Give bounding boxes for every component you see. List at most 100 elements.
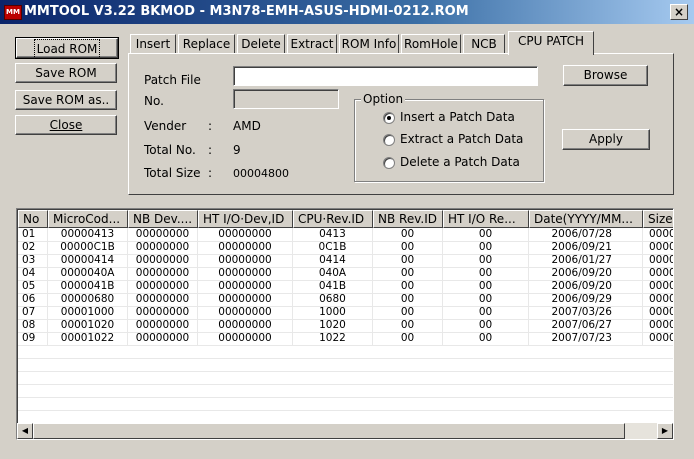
table-cell: 00 (373, 267, 443, 280)
save-rom-button[interactable]: Save ROM (15, 63, 117, 83)
table-cell: 00000000 (198, 241, 293, 254)
load-rom-button[interactable]: Load ROM (15, 37, 119, 59)
tab-extract[interactable]: Extract (287, 34, 337, 54)
no-field (233, 89, 339, 109)
table-cell: 0000040A (48, 267, 128, 280)
no-label: No. (144, 94, 164, 108)
table-cell: 040A (293, 267, 373, 280)
patch-file-input[interactable] (233, 66, 538, 86)
table-cell: 2006/07/28 (529, 228, 643, 241)
table-cell: 0000 (643, 319, 673, 332)
table-row[interactable]: 07 00001000 00000000 00000000 1000 00 00 2007/0… (18, 306, 673, 319)
table-cell: 0000 (643, 241, 673, 254)
table-cell: 0414 (293, 254, 373, 267)
scroll-right-button[interactable]: ▶ (657, 423, 673, 439)
row-gridline (18, 410, 673, 411)
horizontal-scrollbar[interactable]: ◀ ▶ (17, 423, 673, 439)
table-cell: 0000 (643, 228, 673, 241)
tab-delete[interactable]: Delete (237, 34, 285, 54)
tab-rom-info[interactable]: ROM Info (339, 34, 399, 54)
browse-button[interactable]: Browse (563, 65, 648, 86)
table-cell: 09 (18, 332, 48, 345)
radio-insert-patch[interactable] (383, 112, 395, 124)
close-button[interactable]: Close (15, 115, 117, 135)
column-header-nb-dev[interactable]: NB Dev.... (128, 210, 198, 228)
table-cell: 00 (443, 241, 529, 254)
table-row[interactable]: 03 00000414 00000000 00000000 0414 00 00 2006/0… (18, 254, 673, 267)
table-cell: 00 (373, 306, 443, 319)
apply-button[interactable]: Apply (562, 129, 650, 150)
column-header-nb-rev-id[interactable]: NB Rev.ID (373, 210, 443, 228)
radio-delete-patch-label[interactable]: Delete a Patch Data (400, 155, 520, 169)
table-cell: 00000000 (198, 254, 293, 267)
tab-ncb[interactable]: NCB (463, 34, 505, 54)
table-cell: 02 (18, 241, 48, 254)
save-rom-as-button[interactable]: Save ROM as.. (15, 90, 117, 110)
table-cell: 0000 (643, 254, 673, 267)
table-cell: 00 (373, 293, 443, 306)
load-rom-label: Load ROM (33, 39, 101, 59)
table-cell: 00000413 (48, 228, 128, 241)
table-row[interactable]: 05 0000041B 00000000 00000000 041B 00 00 2006/0… (18, 280, 673, 293)
table-cell: 00000000 (128, 254, 198, 267)
column-header-microcode[interactable]: MicroCod... (48, 210, 128, 228)
table-cell: 00000000 (128, 293, 198, 306)
table-cell: 00 (443, 306, 529, 319)
column-header-size[interactable]: Size (643, 210, 673, 228)
table-cell: 00 (443, 267, 529, 280)
table-cell: 00001020 (48, 319, 128, 332)
radio-extract-patch[interactable] (383, 134, 395, 146)
table-cell: 00000680 (48, 293, 128, 306)
table-cell: 06 (18, 293, 48, 306)
column-header-cpu-rev-id[interactable]: CPU·Rev.ID (293, 210, 373, 228)
window-close-button[interactable]: × (670, 4, 688, 20)
table-cell: 04 (18, 267, 48, 280)
table-cell: 00 (373, 241, 443, 254)
row-gridline (18, 371, 673, 372)
table-cell: 00000000 (198, 306, 293, 319)
table-cell: 00000414 (48, 254, 128, 267)
table-cell: 00000000 (128, 306, 198, 319)
table-cell: 00000000 (198, 280, 293, 293)
table-cell: 00 (373, 254, 443, 267)
table-cell: 00000000 (128, 319, 198, 332)
column-header-date[interactable]: Date(YYYY/MM... (529, 210, 643, 228)
tab-romhole[interactable]: RomHole (401, 34, 461, 54)
table-row[interactable]: 06 00000680 00000000 00000000 0680 00 00 2006/0… (18, 293, 673, 306)
table-cell: 00000000 (198, 228, 293, 241)
radio-extract-patch-label[interactable]: Extract a Patch Data (400, 132, 523, 146)
table-cell: 00000000 (128, 267, 198, 280)
tab-insert[interactable]: Insert (130, 34, 176, 54)
table-cell: 00 (443, 293, 529, 306)
tab-cpu-patch[interactable]: CPU PATCH (508, 31, 594, 55)
radio-delete-patch[interactable] (383, 157, 395, 169)
row-gridline (18, 384, 673, 385)
table-cell: 00000000 (198, 319, 293, 332)
table-cell: 00001000 (48, 306, 128, 319)
tab-replace[interactable]: Replace (178, 34, 235, 54)
table-cell: 0000041B (48, 280, 128, 293)
table-cell: 00 (373, 228, 443, 241)
table-row[interactable]: 04 0000040A 00000000 00000000 040A 00 00 2006/0… (18, 267, 673, 280)
row-gridline (18, 358, 673, 359)
column-header-ht-io-rev[interactable]: HT I/O Re... (443, 210, 529, 228)
radio-insert-patch-label[interactable]: Insert a Patch Data (400, 110, 515, 124)
table-cell: 05 (18, 280, 48, 293)
patch-list[interactable]: No MicroCod... NB Dev.... HT I/O·Dev,ID … (16, 208, 674, 440)
scroll-thumb[interactable] (33, 423, 625, 439)
scroll-left-button[interactable]: ◀ (17, 423, 33, 439)
table-cell: 00 (373, 280, 443, 293)
table-cell: 0000 (643, 293, 673, 306)
table-cell: 00000000 (128, 280, 198, 293)
vender-colon: : (208, 119, 213, 133)
table-row[interactable]: 01 00000413 00000000 00000000 0413 00 00 2006/0… (18, 228, 673, 241)
total-no-label: Total No. (144, 143, 196, 157)
column-header-ht-io-dev-id[interactable]: HT I/O·Dev,ID (198, 210, 293, 228)
table-row[interactable]: 02 00000C1B 00000000 00000000 0C1B 00 00 2006/0… (18, 241, 673, 254)
table-row[interactable]: 09 00001022 00000000 00000000 1022 00 00 2007/0… (18, 332, 673, 345)
table-row[interactable]: 08 00001020 00000000 00000000 1020 00 00 2007/0… (18, 319, 673, 332)
column-header-no[interactable]: No (18, 210, 48, 228)
app-icon: MM (4, 5, 22, 20)
table-cell: 0000 (643, 280, 673, 293)
total-size-value: 00004800 (233, 167, 289, 180)
